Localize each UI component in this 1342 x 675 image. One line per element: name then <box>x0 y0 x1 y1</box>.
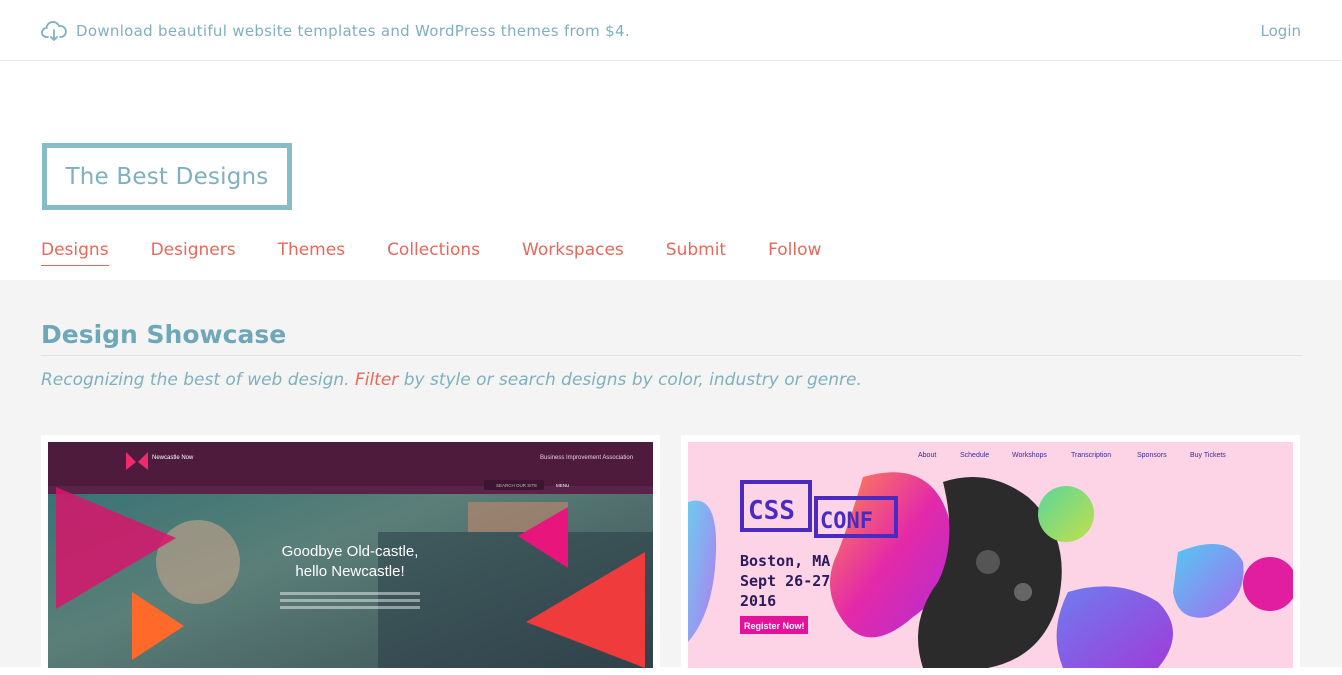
subtitle-text-end: by style or search designs by color, ind… <box>398 370 862 390</box>
nav-item-designs[interactable]: Designs <box>41 240 109 266</box>
showcase-section: Design Showcase Recognizing the best of … <box>0 280 1342 675</box>
top-bar: Download beautiful website templates and… <box>0 0 1342 61</box>
nav-item-follow[interactable]: Follow <box>768 240 821 266</box>
cssconf-nav-about: About <box>918 452 936 459</box>
cssconf-screenshot: About Schedule Workshops Transcription S… <box>688 442 1293 668</box>
cssconf-nav-workshops: Workshops <box>1012 452 1047 459</box>
nav-item-designers[interactable]: Designers <box>151 240 236 266</box>
cssconf-nav-transcription: Transcription <box>1071 452 1111 459</box>
promo-link[interactable]: Download beautiful website templates and… <box>76 22 630 40</box>
nav-item-collections[interactable]: Collections <box>387 240 480 266</box>
cssconf-logo-css: CSS <box>748 496 795 526</box>
cssconf-nav-sponsors: Sponsors <box>1137 452 1167 459</box>
cssconf-nav-schedule: Schedule <box>960 452 989 459</box>
subtitle-text-start: Recognizing the best of web design. <box>41 370 355 390</box>
divider <box>41 355 1302 356</box>
design-thumbnail[interactable]: About Schedule Workshops Transcription S… <box>688 442 1293 668</box>
newcastle-brand: Newcastle Now <box>152 455 194 461</box>
design-thumbnail[interactable]: Newcastle Now Business Improvement Assoc… <box>48 442 653 668</box>
filter-link[interactable]: Filter <box>355 370 398 390</box>
newcastle-headline-1: Goodbye Old-castle, <box>282 543 419 560</box>
newcastle-menu: MENU <box>556 483 569 488</box>
cssconf-city: Boston, MA <box>740 552 830 570</box>
page-title: Design Showcase <box>41 320 287 349</box>
logo-text: The Best Designs <box>65 163 269 190</box>
newcastle-headline-2: hello Newcastle! <box>295 563 404 580</box>
newcastle-partner: Business Improvement Association <box>540 455 633 461</box>
cssconf-nav-tickets: Buy Tickets <box>1190 452 1226 459</box>
site-logo[interactable]: The Best Designs <box>42 143 292 210</box>
design-card-cssconf[interactable]: About Schedule Workshops Transcription S… <box>681 435 1300 675</box>
newcastle-search: SEARCH OUR SITE <box>496 483 537 488</box>
showcase-subtitle: Recognizing the best of web design. Filt… <box>41 370 862 390</box>
login-link[interactable]: Login <box>1261 22 1301 40</box>
cloud-download-icon[interactable] <box>41 20 67 42</box>
newcastle-screenshot: Newcastle Now Business Improvement Assoc… <box>48 442 653 668</box>
cssconf-dates: Sept 26-27 <box>740 572 830 590</box>
cssconf-year: 2016 <box>740 592 776 610</box>
main-nav: Designs Designers Themes Collections Wor… <box>41 240 863 266</box>
nav-item-themes[interactable]: Themes <box>278 240 346 266</box>
design-card-newcastle[interactable]: Newcastle Now Business Improvement Assoc… <box>41 435 660 675</box>
nav-item-submit[interactable]: Submit <box>666 240 726 266</box>
cssconf-register-button[interactable]: Register Now! <box>744 621 805 631</box>
nav-item-workspaces[interactable]: Workspaces <box>522 240 624 266</box>
cssconf-logo-conf: CONF <box>820 509 873 534</box>
